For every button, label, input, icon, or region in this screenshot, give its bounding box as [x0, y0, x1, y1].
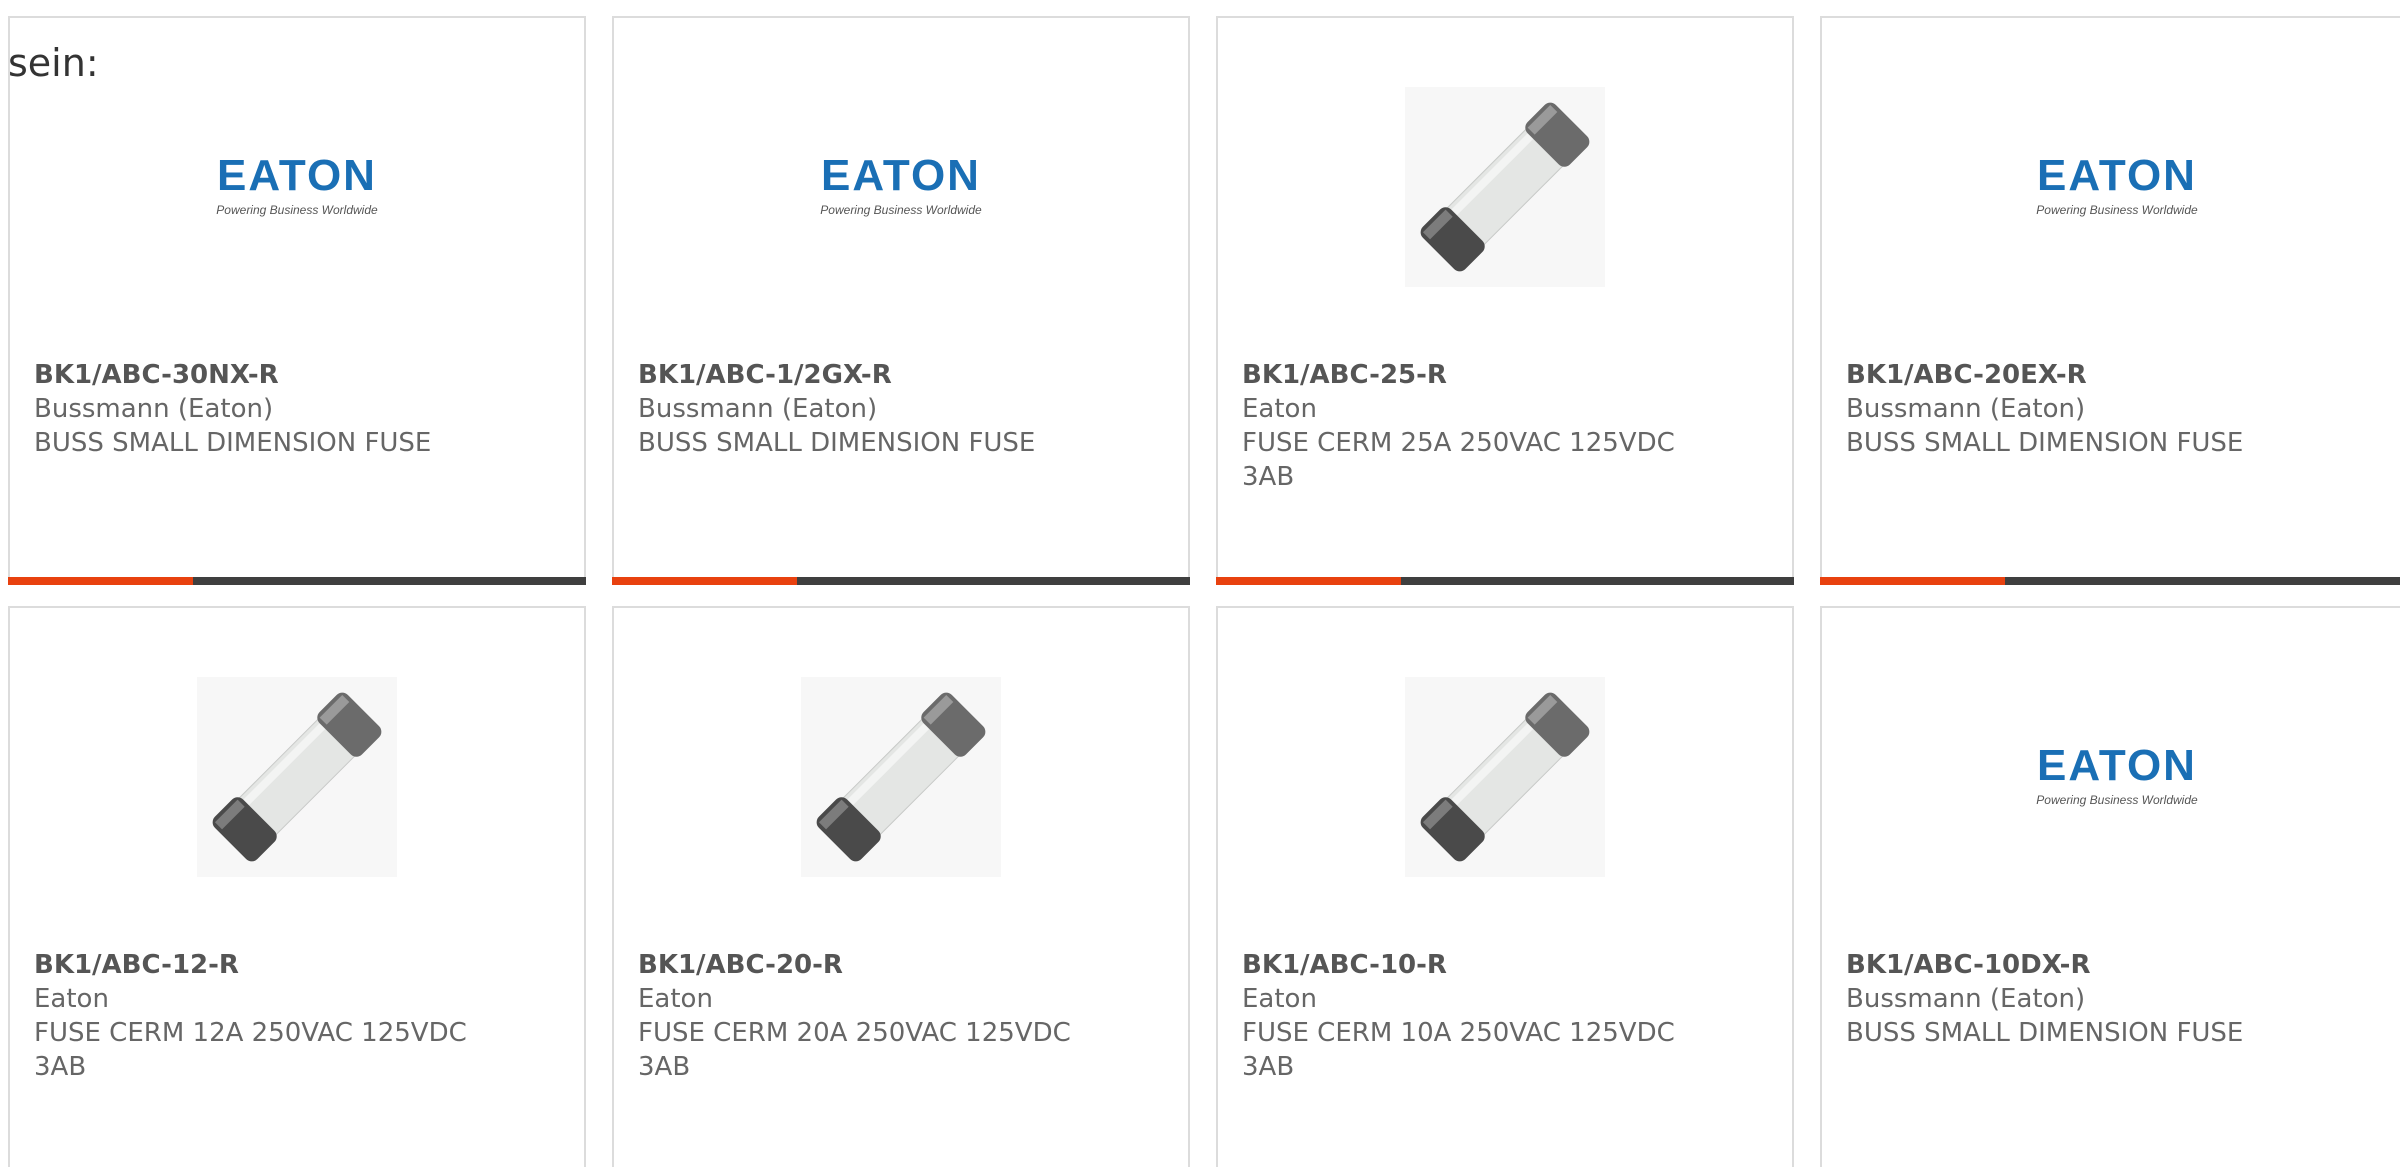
part-number-link[interactable]: BK1/ABC-20EX-R — [1846, 358, 2388, 392]
manufacturer-name: Bussmann (Eaton) — [34, 394, 274, 424]
product-info: BK1/ABC-1/2GX-R Bussmann (Eaton) BUSS SMAL… — [638, 358, 1164, 460]
card-bottom-bar — [1216, 577, 1794, 585]
eaton-logo-icon: EATON Powering Business Worldwide — [820, 154, 982, 217]
product-description: FUSE CERM 12A 250VAC 125VDC 3AB — [34, 1018, 467, 1082]
product-description: FUSE CERM 20A 250VAC 125VDC 3AB — [638, 1018, 1071, 1082]
product-card[interactable]: EATON Powering Business Worldwide BK1/AB… — [612, 16, 1190, 585]
part-number-link[interactable]: BK1/ABC-20-R — [638, 948, 1164, 982]
part-number-link[interactable]: BK1/ABC-25-R — [1242, 358, 1768, 392]
manufacturer-name: Eaton — [34, 984, 109, 1014]
logo-wordmark: EATON — [821, 154, 981, 200]
product-description: BUSS SMALL DIMENSION FUSE — [34, 428, 432, 458]
product-card[interactable]: BK1/ABC-12-R Eaton FUSE CERM 12A 250VAC 12… — [8, 606, 586, 1167]
part-number-link[interactable]: BK1/ABC-30NX-R — [34, 358, 560, 392]
card-bar-accent — [612, 577, 797, 585]
product-description: BUSS SMALL DIMENSION FUSE — [1846, 1018, 2244, 1048]
product-image[interactable]: EATON Powering Business Worldwide — [197, 87, 397, 287]
fuse-icon — [1405, 87, 1605, 287]
product-grid-page: sein: EATON Powering Business Worldwide … — [0, 0, 2400, 1167]
product-info: BK1/ABC-12-R Eaton FUSE CERM 12A 250VAC 12… — [34, 948, 560, 1084]
logo-wordmark: EATON — [217, 154, 377, 200]
logo-tagline: Powering Business Worldwide — [2036, 203, 2198, 217]
product-description: FUSE CERM 10A 250VAC 125VDC 3AB — [1242, 1018, 1675, 1082]
product-image[interactable] — [801, 677, 1001, 877]
product-info: BK1/ABC-20EX-R Bussmann (Eaton) BUSS SMALL… — [1846, 358, 2388, 460]
product-image[interactable]: EATON Powering Business Worldwide — [2017, 87, 2217, 287]
product-info: BK1/ABC-25-R Eaton FUSE CERM 25A 250VAC 12… — [1242, 358, 1768, 494]
product-image[interactable]: EATON Powering Business Worldwide — [2017, 677, 2217, 877]
card-bottom-bar — [1820, 577, 2400, 585]
logo-wordmark: EATON — [2037, 154, 2197, 200]
manufacturer-name: Bussmann (Eaton) — [638, 394, 878, 424]
product-grid: EATON Powering Business Worldwide BK1/AB… — [8, 16, 2400, 1167]
card-bar-accent — [8, 577, 193, 585]
logo-tagline: Powering Business Worldwide — [2036, 793, 2198, 807]
product-description: FUSE CERM 25A 250VAC 125VDC 3AB — [1242, 428, 1675, 492]
eaton-logo-icon: EATON Powering Business Worldwide — [2036, 744, 2198, 807]
product-card[interactable]: EATON Powering Business Worldwide BK1/AB… — [1820, 16, 2400, 585]
fuse-icon — [1405, 677, 1605, 877]
eaton-logo-icon: EATON Powering Business Worldwide — [2036, 154, 2198, 217]
product-info: BK1/ABC-30NX-R Bussmann (Eaton) BUSS SMALL… — [34, 358, 560, 460]
part-number-link[interactable]: BK1/ABC-12-R — [34, 948, 560, 982]
product-card[interactable]: BK1/ABC-25-R Eaton FUSE CERM 25A 250VAC 12… — [1216, 16, 1794, 585]
manufacturer-name: Eaton — [638, 984, 713, 1014]
product-info: BK1/ABC-10-R Eaton FUSE CERM 10A 250VAC 12… — [1242, 948, 1768, 1084]
product-image[interactable]: EATON Powering Business Worldwide — [801, 87, 1001, 287]
card-bottom-bar — [612, 577, 1190, 585]
card-bar-accent — [1216, 577, 1401, 585]
logo-wordmark: EATON — [2037, 744, 2197, 790]
product-info: BK1/ABC-20-R Eaton FUSE CERM 20A 250VAC 12… — [638, 948, 1164, 1084]
part-number-link[interactable]: BK1/ABC-1/2GX-R — [638, 358, 1164, 392]
manufacturer-name: Bussmann (Eaton) — [1846, 984, 2086, 1014]
card-bar-accent — [1820, 577, 2005, 585]
logo-tagline: Powering Business Worldwide — [216, 203, 378, 217]
logo-tagline: Powering Business Worldwide — [820, 203, 982, 217]
product-image[interactable] — [197, 677, 397, 877]
product-info: BK1/ABC-10DX-R Bussmann (Eaton) BUSS SMALL… — [1846, 948, 2388, 1050]
card-bottom-bar — [8, 577, 586, 585]
product-image[interactable] — [1405, 87, 1605, 287]
eaton-logo-icon: EATON Powering Business Worldwide — [216, 154, 378, 217]
manufacturer-name: Eaton — [1242, 394, 1317, 424]
part-number-link[interactable]: BK1/ABC-10-R — [1242, 948, 1768, 982]
manufacturer-name: Bussmann (Eaton) — [1846, 394, 2086, 424]
fuse-icon — [801, 677, 1001, 877]
product-card[interactable]: BK1/ABC-20-R Eaton FUSE CERM 20A 250VAC 12… — [612, 606, 1190, 1167]
fuse-icon — [197, 677, 397, 877]
part-number-link[interactable]: BK1/ABC-10DX-R — [1846, 948, 2388, 982]
manufacturer-name: Eaton — [1242, 984, 1317, 1014]
product-card[interactable]: EATON Powering Business Worldwide BK1/AB… — [1820, 606, 2400, 1167]
product-description: BUSS SMALL DIMENSION FUSE — [638, 428, 1036, 458]
product-description: BUSS SMALL DIMENSION FUSE — [1846, 428, 2244, 458]
product-card[interactable]: BK1/ABC-10-R Eaton FUSE CERM 10A 250VAC 12… — [1216, 606, 1794, 1167]
product-image[interactable] — [1405, 677, 1605, 877]
product-card[interactable]: EATON Powering Business Worldwide BK1/AB… — [8, 16, 586, 585]
intro-text: sein: — [8, 41, 99, 85]
